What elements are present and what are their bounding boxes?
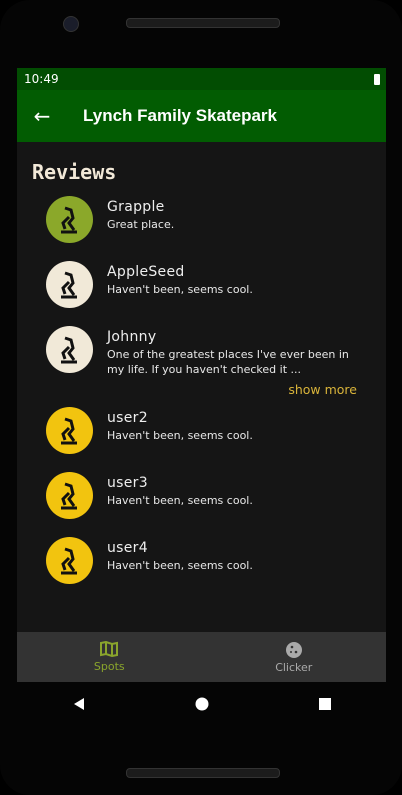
reviewer-name: Johnny bbox=[107, 329, 157, 345]
review-item: Grapple Great place. bbox=[17, 196, 386, 243]
map-icon bbox=[100, 641, 119, 657]
review-text: Haven't been, seems cool. bbox=[107, 559, 253, 572]
review-item: user3 Haven't been, seems cool. bbox=[17, 472, 386, 519]
review-text: One of the greatest places I've ever bee… bbox=[107, 348, 349, 376]
avatar bbox=[46, 196, 93, 243]
reviewer-name: user3 bbox=[107, 475, 148, 491]
app-bar: ← Lynch Family Skatepark bbox=[17, 90, 386, 142]
back-arrow-icon[interactable]: ← bbox=[18, 104, 66, 128]
cookie-icon bbox=[285, 641, 302, 658]
tab-clicker[interactable]: Clicker bbox=[202, 632, 387, 682]
camera bbox=[63, 16, 79, 32]
review-item: Johnny One of the greatest places I've e… bbox=[17, 326, 386, 397]
avatar bbox=[46, 261, 93, 308]
skater-icon bbox=[60, 336, 77, 363]
status-time: 10:49 bbox=[24, 72, 59, 86]
reviewer-name: Grapple bbox=[107, 199, 165, 215]
review-item: user2 Haven't been, seems cool. bbox=[17, 407, 386, 454]
review-text: Haven't been, seems cool. bbox=[107, 429, 253, 442]
review-text: Great place. bbox=[107, 218, 175, 231]
skater-icon bbox=[60, 417, 77, 444]
avatar bbox=[46, 537, 93, 584]
home-nav-icon[interactable] bbox=[195, 697, 209, 711]
review-text: Haven't been, seems cool. bbox=[107, 283, 253, 296]
section-title: Reviews bbox=[32, 160, 117, 184]
skater-icon bbox=[60, 206, 77, 233]
reviewer-name: user4 bbox=[107, 540, 148, 556]
review-item: AppleSeed Haven't been, seems cool. bbox=[17, 261, 386, 308]
back-nav-icon[interactable] bbox=[72, 697, 86, 711]
bottom-speaker bbox=[126, 768, 280, 778]
skater-icon bbox=[60, 482, 77, 509]
review-text: Haven't been, seems cool. bbox=[107, 494, 253, 507]
show-more-link[interactable]: show more bbox=[288, 382, 357, 397]
status-bar: 10:49 bbox=[17, 68, 386, 90]
avatar bbox=[46, 472, 93, 519]
bottom-nav: Spots Clicker bbox=[17, 632, 386, 682]
skater-icon bbox=[60, 271, 77, 298]
review-list: Grapple Great place. AppleSeed Haven't b… bbox=[17, 196, 386, 584]
review-item: user4 Haven't been, seems cool. bbox=[17, 537, 386, 584]
skater-icon bbox=[60, 547, 77, 574]
reviewer-name: user2 bbox=[107, 410, 148, 426]
speaker bbox=[126, 18, 280, 28]
reviewer-name: AppleSeed bbox=[107, 264, 185, 280]
avatar bbox=[46, 407, 93, 454]
page-title: Lynch Family Skatepark bbox=[83, 106, 278, 125]
recents-nav-icon[interactable] bbox=[318, 697, 332, 711]
tab-label: Spots bbox=[93, 660, 125, 673]
avatar bbox=[46, 326, 93, 373]
battery-icon bbox=[374, 73, 380, 85]
system-nav bbox=[17, 682, 386, 726]
screen: 10:49 ← Lynch Family Skatepark Reviews G… bbox=[17, 68, 386, 682]
tab-label: Clicker bbox=[275, 660, 313, 674]
tab-spots[interactable]: Spots bbox=[17, 632, 202, 682]
